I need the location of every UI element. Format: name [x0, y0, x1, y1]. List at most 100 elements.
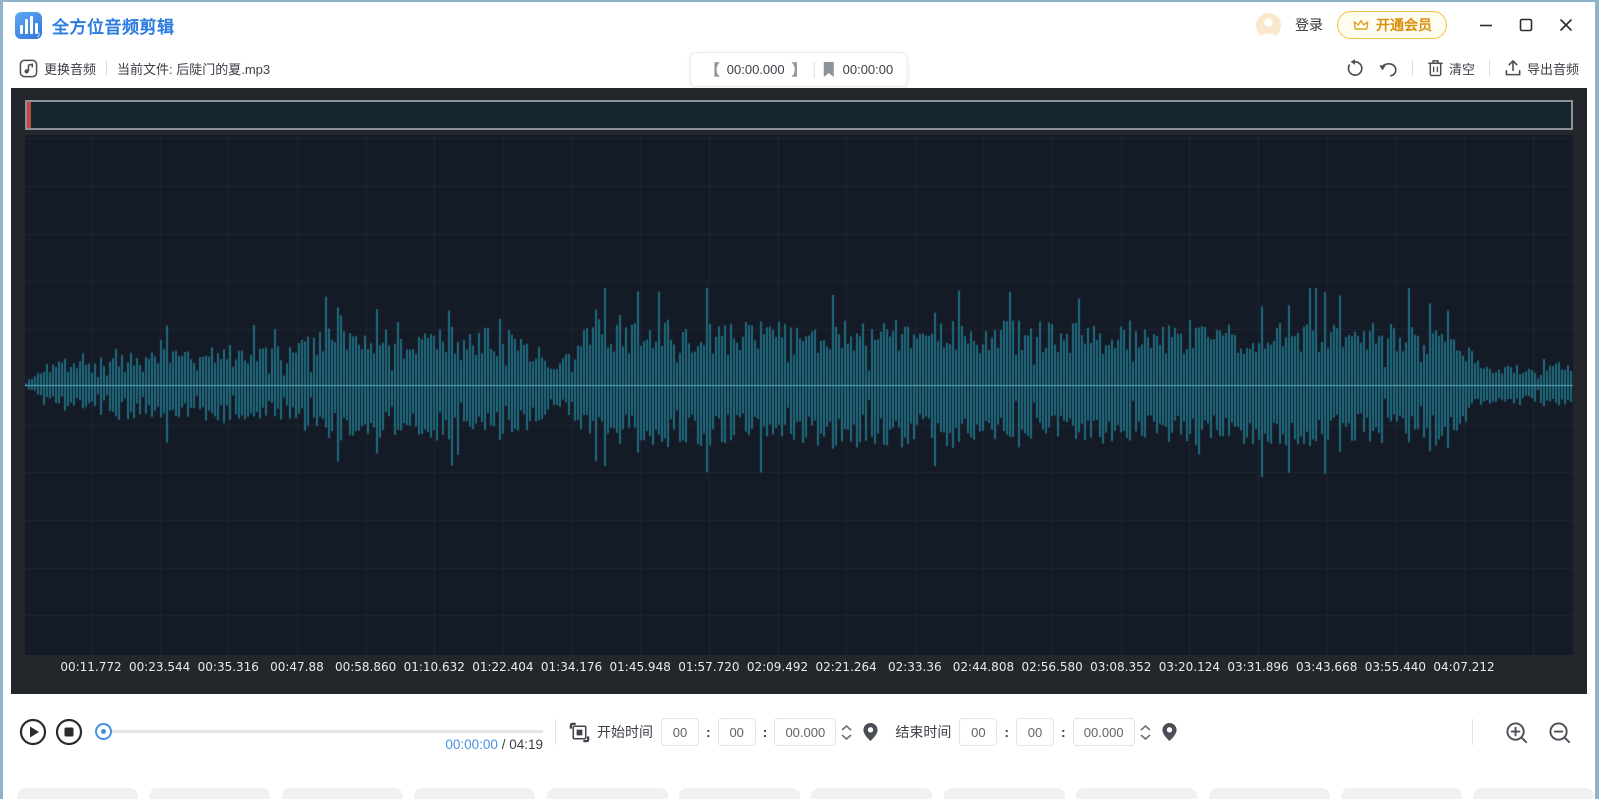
zoom-out-button[interactable]	[1548, 721, 1571, 744]
function-card[interactable]	[414, 788, 535, 799]
app-identity: ♪ 全方位音频剪辑	[15, 12, 175, 39]
function-card[interactable]	[1473, 788, 1594, 799]
vip-label: 开通会员	[1376, 15, 1432, 35]
play-button[interactable]	[19, 718, 47, 746]
function-card[interactable]	[679, 788, 800, 799]
colon: :	[706, 724, 711, 740]
user-avatar[interactable]	[1256, 13, 1281, 38]
colon: :	[763, 724, 768, 740]
stop-button[interactable]	[55, 718, 83, 746]
start-time-stepper[interactable]	[841, 725, 852, 740]
function-card[interactable]	[1076, 788, 1197, 799]
function-card[interactable]	[1341, 788, 1462, 799]
titlebar-actions: 登录 开通会员	[1256, 10, 1581, 40]
end-time-stepper[interactable]	[1140, 725, 1151, 740]
crop-select-icon	[568, 721, 591, 744]
time-axis-label: 03:31.896	[1227, 660, 1288, 674]
waveform-canvas[interactable]	[25, 135, 1573, 655]
chevron-down-icon	[841, 734, 852, 740]
time-axis-label: 00:11.772	[60, 660, 121, 674]
function-card[interactable]	[1209, 788, 1330, 799]
export-audio-button[interactable]: 导出音频	[1504, 59, 1579, 78]
app-title: 全方位音频剪辑	[52, 13, 175, 38]
export-icon	[1504, 59, 1522, 77]
clear-label: 清空	[1449, 59, 1475, 78]
time-axis-label: 00:23.544	[129, 660, 190, 674]
mark-start-button[interactable]	[862, 722, 879, 742]
play-icon	[19, 718, 47, 746]
time-axis-label: 01:22.404	[472, 660, 533, 674]
redo-icon	[1345, 59, 1364, 78]
progress-thumb[interactable]	[95, 723, 112, 740]
bottom-function-cards	[3, 770, 1595, 799]
window-controls	[1471, 10, 1581, 40]
time-axis-label: 01:57.720	[678, 660, 739, 674]
zoom-in-button[interactable]	[1505, 721, 1528, 744]
time-axis-label: 02:44.808	[953, 660, 1014, 674]
minimap-cursor[interactable]	[27, 102, 31, 128]
change-audio-label: 更换音频	[44, 59, 96, 78]
crown-icon	[1352, 17, 1370, 33]
close-icon	[1559, 18, 1573, 32]
time-axis-label: 00:35.316	[198, 660, 259, 674]
undo-icon	[1378, 59, 1398, 78]
time-axis-label: 03:43.668	[1296, 660, 1357, 674]
time-axis-label: 03:20.124	[1159, 660, 1220, 674]
time-axis-label: 04:07.212	[1433, 660, 1494, 674]
end-ms-input[interactable]	[1073, 718, 1135, 746]
music-note-glyph: ♪	[37, 29, 42, 39]
maximize-button[interactable]	[1511, 10, 1541, 40]
end-minutes-input[interactable]	[959, 718, 997, 746]
function-card[interactable]	[811, 788, 932, 799]
app-window: ♪ 全方位音频剪辑 登录 开通会员	[3, 2, 1595, 799]
colon: :	[1004, 724, 1009, 740]
waveform-minimap[interactable]	[25, 100, 1573, 130]
audio-file-icon	[19, 59, 38, 78]
login-button[interactable]: 登录	[1295, 15, 1323, 35]
time-axis-label: 00:58.860	[335, 660, 396, 674]
mark-end-button[interactable]	[1161, 722, 1178, 742]
time-axis-label: 02:56.580	[1021, 660, 1082, 674]
location-pin-icon	[862, 722, 879, 742]
waveform-panel: 00:11.772 00:23.544 00:35.316 00:47.88 00:58…	[11, 88, 1587, 694]
divider	[1489, 60, 1490, 76]
chevron-up-icon	[1140, 725, 1151, 731]
chevron-up-icon	[841, 725, 852, 731]
time-axis-label: 02:09.492	[747, 660, 808, 674]
redo-button[interactable]	[1345, 59, 1364, 78]
transport-bar: 00:00:00 / 04:19 开始时间 : : 结束时间 : :	[3, 694, 1595, 770]
end-time-label: 结束时间	[895, 722, 951, 742]
function-card[interactable]	[944, 788, 1065, 799]
bracket-right: 】	[792, 59, 807, 80]
time-axis-label: 01:10.632	[404, 660, 465, 674]
start-minutes-input[interactable]	[661, 718, 699, 746]
clear-button[interactable]: 清空	[1427, 59, 1475, 78]
current-time: 00:00:00	[445, 737, 498, 752]
start-ms-input[interactable]	[774, 718, 836, 746]
undo-button[interactable]	[1378, 59, 1398, 78]
bracket-left: 【	[705, 59, 720, 80]
time-axis-label: 00:47.88	[270, 660, 324, 674]
marker-time: 00:00:00	[843, 62, 894, 77]
chevron-down-icon	[1140, 734, 1151, 740]
change-audio-button[interactable]: 更换音频	[19, 59, 96, 78]
vip-button[interactable]: 开通会员	[1337, 11, 1447, 39]
function-card[interactable]	[282, 788, 403, 799]
progress-slider: 00:00:00 / 04:19	[95, 709, 543, 755]
end-seconds-input[interactable]	[1016, 718, 1054, 746]
zoom-out-icon	[1548, 721, 1571, 744]
function-card[interactable]	[547, 788, 668, 799]
stop-icon	[55, 718, 83, 746]
time-readout: 00:00:00 / 04:19	[445, 737, 543, 752]
function-card[interactable]	[149, 788, 270, 799]
file-toolbar-right: 清空 导出音频	[1345, 59, 1579, 78]
minimize-button[interactable]	[1471, 10, 1501, 40]
function-card[interactable]	[17, 788, 138, 799]
close-button[interactable]	[1551, 10, 1581, 40]
start-seconds-input[interactable]	[718, 718, 756, 746]
time-separator: /	[498, 737, 509, 752]
file-toolbar: 更换音频 当前文件: 后陡门的夏.mp3 【 00:00.000 】 00:00…	[3, 48, 1595, 88]
progress-track[interactable]	[97, 730, 543, 733]
file-toolbar-left: 更换音频 当前文件: 后陡门的夏.mp3	[19, 59, 270, 78]
location-pin-icon	[1161, 722, 1178, 742]
